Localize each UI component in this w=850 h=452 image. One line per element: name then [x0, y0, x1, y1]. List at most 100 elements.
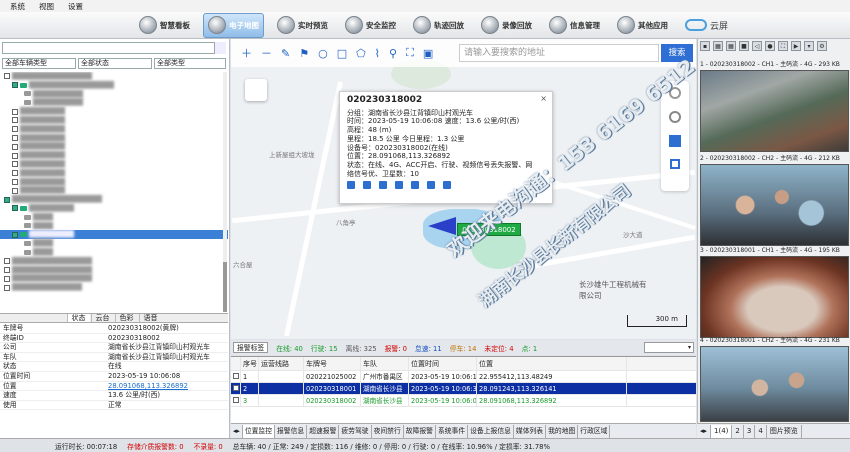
menu-system[interactable]: 系统 [10, 1, 25, 12]
tree-checkbox[interactable] [12, 117, 18, 124]
tree-scrollbar[interactable] [223, 72, 227, 312]
layer-icon[interactable] [670, 159, 680, 169]
alarm-tag-select[interactable]: 报警标签 [233, 342, 269, 353]
headset-icon[interactable] [379, 181, 387, 190]
stat-driving[interactable]: 行驶: 15 [311, 343, 338, 353]
address-search-button[interactable]: 搜索 [661, 44, 693, 62]
track-playback-button[interactable]: 轨迹回放 [409, 13, 468, 38]
tab-color[interactable]: 色彩 [114, 314, 138, 322]
tree-checkbox[interactable] [12, 152, 18, 159]
layout-9-icon[interactable]: ▦ [726, 41, 736, 51]
settings-icon[interactable]: ⚙ [817, 41, 827, 51]
cloud-screen-button[interactable]: 云屏 [685, 19, 728, 32]
snapshot-icon[interactable] [395, 181, 403, 190]
table-row[interactable]: 1 020221025002 广州市番禺区 2023-05-19 10:06:1… [231, 371, 696, 383]
track-icon[interactable] [363, 181, 371, 190]
tree-checkbox[interactable] [4, 73, 10, 80]
polyline-icon[interactable]: ⌇ [375, 47, 380, 60]
flag-icon[interactable]: ⚑ [299, 47, 309, 60]
more-icon[interactable]: ▾ [804, 41, 814, 51]
play-icon[interactable]: ▶ [791, 41, 801, 51]
stop-icon[interactable]: ■ [739, 41, 749, 51]
search-icon[interactable] [214, 42, 226, 54]
locate-button[interactable] [245, 79, 267, 101]
menu-settings[interactable]: 设置 [68, 1, 83, 12]
pin-icon[interactable]: ⚲ [389, 47, 397, 60]
layout-4-icon[interactable]: ▦ [713, 41, 723, 51]
compass-icon[interactable] [669, 111, 681, 123]
tab-media-list[interactable]: 媒体列表 [514, 424, 547, 438]
tree-checkbox[interactable] [12, 126, 18, 133]
3d-icon[interactable] [669, 135, 681, 147]
vehicle-tree[interactable]: ████████████████ █████████████████ █████… [0, 72, 228, 312]
tab-position-monitor[interactable]: 位置监控 [242, 424, 276, 438]
video-feed[interactable] [700, 164, 849, 246]
tab-page-1[interactable]: 1(4) [711, 424, 733, 438]
row-checkbox[interactable] [231, 395, 241, 406]
row-checkbox[interactable] [231, 371, 241, 382]
tab-alarm-info[interactable]: 报警信息 [275, 424, 308, 438]
tab-voice[interactable]: 语音 [138, 314, 162, 322]
vehicle-search-input[interactable] [2, 42, 226, 54]
type-select[interactable]: 全部类型 [154, 58, 226, 69]
tree-checkbox[interactable] [12, 170, 18, 177]
vehicle-direction-arrow[interactable] [428, 217, 456, 235]
stat-offline[interactable]: 离线: 325 [346, 343, 377, 353]
stat-alarm[interactable]: 报警: 0 [385, 343, 407, 353]
stat-point[interactable]: 点: 1 [522, 343, 538, 353]
tab-my-map[interactable]: 我的地图 [546, 424, 579, 438]
tab-image-preview[interactable]: 图片预览 [767, 424, 802, 438]
more-icon[interactable] [443, 181, 451, 190]
tree-node-selected[interactable]: █████████ [0, 230, 228, 240]
tree-checkbox[interactable] [4, 284, 10, 291]
map-view[interactable]: ＋ － ✎ ⚑ ○ □ ⬠ ⌇ ⚲ ⛶ ▣ 请输入要搜索的地址 搜索 上新屋组大… [231, 39, 696, 339]
tab-speeding[interactable]: 超速报警 [307, 424, 340, 438]
stat-idle[interactable]: 怠速: 11 [415, 343, 442, 353]
circle-icon[interactable]: ○ [318, 47, 328, 60]
tree-checkbox[interactable] [4, 196, 10, 203]
satellite-icon[interactable] [669, 87, 681, 99]
stat-unlocated[interactable]: 未定位: 4 [484, 343, 513, 353]
tab-page-4[interactable]: 4 [755, 424, 767, 438]
tree-checkbox[interactable] [12, 178, 18, 185]
tab-fault[interactable]: 故障报警 [404, 424, 436, 438]
status-select[interactable]: 全部状态 [78, 58, 152, 69]
info-management-button[interactable]: 信息管理 [545, 13, 604, 38]
video-feed[interactable] [700, 256, 849, 338]
tab-admin-region[interactable]: 行政区域 [578, 424, 611, 438]
tab-night-ban[interactable]: 夜间禁行 [372, 424, 404, 438]
stat-online[interactable]: 在线: 40 [276, 343, 303, 353]
image-icon[interactable]: ▣ [423, 47, 433, 60]
video-feed[interactable] [700, 70, 849, 152]
tree-checkbox[interactable] [12, 231, 18, 238]
tree-checkbox[interactable] [12, 205, 18, 212]
table-row-selected[interactable]: 2 020230318001 湖南省长沙县 2023-05-19 10:06:3… [231, 383, 696, 395]
tree-checkbox[interactable] [4, 266, 10, 273]
fullscreen-icon[interactable]: ⛶ [778, 41, 788, 51]
fullscreen-icon[interactable]: ⛶ [406, 46, 414, 60]
tab-nav-left[interactable]: ◂▸ [231, 424, 243, 438]
tree-checkbox[interactable] [12, 161, 18, 168]
tab-system-events[interactable]: 系统事件 [436, 424, 469, 438]
video-playback-button[interactable]: 录像回放 [477, 13, 536, 38]
video-feed[interactable] [700, 346, 849, 422]
zoom-out-icon[interactable]: － [261, 45, 272, 61]
table-row[interactable]: 3 020230318002 湖南省长沙县 2023-05-19 10:06:0… [231, 395, 696, 407]
safety-monitor-button[interactable]: 安全监控 [341, 13, 400, 38]
tree-checkbox[interactable] [12, 134, 18, 141]
tab-page-2[interactable]: 2 [732, 424, 744, 438]
scroll-thumb[interactable] [223, 262, 227, 312]
zoom-in-icon[interactable]: ＋ [241, 45, 252, 61]
playback-icon[interactable] [411, 181, 419, 190]
tab-page-3[interactable]: 3 [744, 424, 756, 438]
record-icon[interactable]: ● [765, 41, 775, 51]
position-link[interactable]: 28.091068,113.326892 [108, 382, 228, 391]
tab-nav[interactable]: ◂▸ [697, 424, 712, 438]
row-checkbox[interactable] [231, 383, 241, 394]
ruler-icon[interactable]: ✎ [281, 47, 290, 60]
list-filter-dropdown[interactable]: ▾ [644, 342, 694, 353]
other-apps-button[interactable]: 其他应用 [613, 13, 672, 38]
tree-checkbox[interactable] [4, 258, 10, 265]
layout-1-icon[interactable]: ▪ [700, 41, 710, 51]
tree-checkbox[interactable] [12, 143, 18, 150]
